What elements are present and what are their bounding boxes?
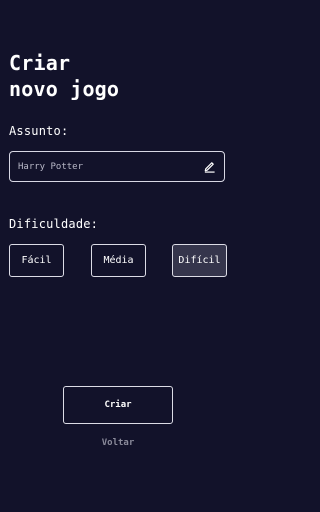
page-title-line-1: Criar [9,51,71,75]
difficulty-easy-button[interactable]: Fácil [9,244,64,277]
create-button[interactable]: Criar [63,386,173,424]
page-title-line-2: novo jogo [9,77,120,101]
subject-input[interactable] [18,152,198,181]
subject-label: Assunto: [9,124,69,138]
difficulty-hard-button[interactable]: Difícil [172,244,227,277]
difficulty-medium-button[interactable]: Média [91,244,146,277]
back-link[interactable]: Voltar [0,438,236,448]
difficulty-label: Dificuldade: [9,217,99,231]
subject-field[interactable] [9,151,225,182]
pencil-icon[interactable] [203,160,216,173]
page-title: Criar novo jogo [9,50,119,102]
